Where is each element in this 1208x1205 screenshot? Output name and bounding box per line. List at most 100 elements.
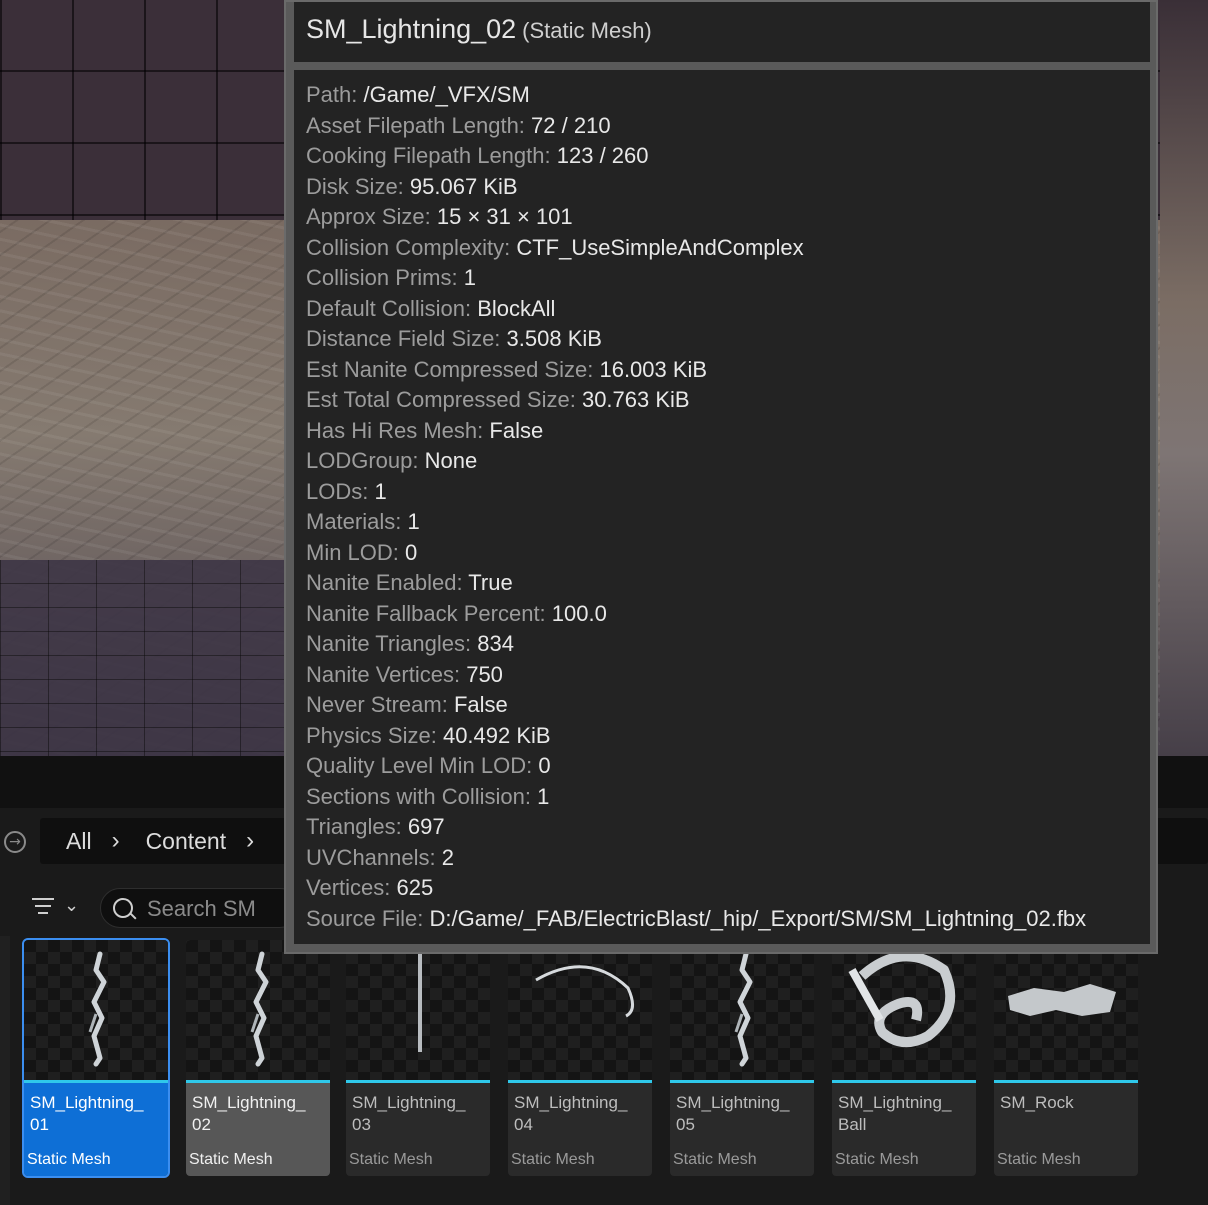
chevron-right-icon[interactable]: ›	[112, 827, 120, 855]
asset-name: SM_Lightning_ 03	[352, 1093, 466, 1134]
property-key: Has Hi Res Mesh:	[306, 417, 484, 443]
property-value: 100.0	[551, 600, 607, 626]
tooltip-body: Path: /Game/_VFX/SM Asset Filepath Length…	[294, 70, 1150, 944]
asset-name: SM_Lightning_ 02	[192, 1093, 306, 1134]
tooltip-property-row: Has Hi Res Mesh: False	[306, 416, 1086, 447]
asset-thumbnail	[24, 940, 168, 1080]
property-value: 1	[407, 509, 420, 534]
property-key: Physics Size:	[306, 722, 437, 748]
chevron-right-icon[interactable]: ›	[246, 827, 254, 855]
property-key: LODGroup:	[306, 448, 419, 473]
asset-thumbnail	[832, 940, 976, 1080]
property-key: Distance Field Size:	[306, 326, 501, 351]
property-value: 1	[463, 265, 476, 290]
tooltip-property-row: Quality Level Min LOD: 0	[306, 751, 1086, 782]
search-input[interactable]	[145, 893, 299, 925]
tooltip-property-row: Materials: 1	[306, 507, 1086, 538]
breadcrumb-item-all[interactable]: All	[66, 828, 92, 855]
asset-type-color-bar	[832, 1080, 976, 1083]
property-key: UVChannels:	[306, 844, 436, 870]
tooltip-asset-name: SM_Lightning_02	[306, 14, 517, 44]
property-value: /Game/_VFX/SM	[363, 82, 530, 107]
asset-tile[interactable]: SM_Lightning_ 03 Static Mesh	[346, 940, 490, 1176]
tooltip-property-row: Distance Field Size: 3.508 KiB	[306, 324, 1086, 355]
asset-type-color-bar	[508, 1080, 652, 1083]
tooltip-property-row: Default Collision: BlockAll	[306, 294, 1086, 325]
property-key: Quality Level Min LOD:	[306, 753, 533, 778]
tooltip-header: SM_Lightning_02 (Static Mesh)	[294, 2, 1150, 62]
search-box[interactable]	[100, 888, 300, 928]
property-key: Default Collision:	[306, 295, 472, 321]
tooltip-property-row: Sections with Collision: 1	[306, 782, 1086, 813]
tooltip-property-row: Never Stream: False	[306, 690, 1086, 721]
tooltip-property-row: Disk Size: 95.067 KiB	[306, 172, 1086, 203]
property-value: CTF_UseSimpleAndComplex	[516, 234, 804, 260]
asset-tile[interactable]: SM_Lightning_ 05 Static Mesh	[670, 940, 814, 1176]
filter-button[interactable]: ⌄	[26, 890, 86, 922]
asset-tile[interactable]: SM_Lightning_ Ball Static Mesh	[832, 940, 976, 1176]
tooltip-property-row: Est Total Compressed Size: 30.763 KiB	[306, 385, 1086, 416]
breadcrumb-item-content[interactable]: Content	[146, 828, 227, 855]
circle-arrow-right-icon[interactable]: →	[4, 831, 26, 853]
search-icon	[113, 898, 133, 918]
property-value: 3.508 KiB	[506, 326, 602, 351]
property-value: None	[424, 448, 478, 473]
asset-tile[interactable]: SM_Lightning_ 02 Static Mesh	[186, 940, 330, 1176]
tooltip-property-list: Path: /Game/_VFX/SM Asset Filepath Length…	[306, 80, 1086, 934]
asset-type-color-bar	[186, 1080, 330, 1083]
tooltip-property-row: LODGroup: None	[306, 446, 1086, 477]
tooltip-property-row: Vertices: 625	[306, 873, 1086, 904]
property-value: 834	[477, 631, 514, 656]
tooltip-property-row: Triangles: 697	[306, 812, 1086, 843]
property-key: Approx Size:	[306, 204, 431, 229]
property-key: Triangles:	[306, 814, 402, 839]
property-value: 123 / 260	[556, 143, 649, 168]
asset-type-label: Static Mesh	[189, 1151, 273, 1168]
property-value: 16.003 KiB	[599, 356, 708, 382]
property-key: Est Total Compressed Size:	[306, 387, 576, 412]
sources-panel-edge	[0, 936, 10, 1205]
asset-thumbnail	[186, 940, 330, 1080]
property-key: Nanite Fallback Percent:	[306, 600, 546, 626]
asset-tile[interactable]: SM_Rock Static Mesh	[994, 940, 1138, 1176]
asset-type-color-bar	[670, 1080, 814, 1083]
asset-tooltip: SM_Lightning_02 (Static Mesh) Path: /Game…	[284, 0, 1158, 954]
tooltip-property-row: Nanite Enabled: True	[306, 568, 1086, 599]
property-value: 40.492 KiB	[442, 722, 551, 748]
property-value: 697	[407, 814, 445, 839]
tooltip-property-row: UVChannels: 2	[306, 843, 1086, 874]
asset-thumbnail	[346, 940, 490, 1080]
tooltip-property-row: Nanite Vertices: 750	[306, 660, 1086, 691]
asset-tile[interactable]: SM_Lightning_ 01 Static Mesh	[22, 938, 170, 1178]
property-value: 1	[374, 478, 387, 504]
property-value: 1	[537, 783, 550, 809]
asset-type-label: Static Mesh	[349, 1151, 433, 1168]
tooltip-property-row: Source File: D:/Game/_FAB/ElectricBlast/…	[306, 904, 1086, 935]
asset-name: SM_Lightning_ 01	[30, 1093, 144, 1134]
property-value: False	[453, 692, 508, 717]
property-key: Never Stream:	[306, 692, 448, 717]
property-key: Nanite Triangles:	[306, 631, 472, 656]
property-key: Nanite Enabled:	[306, 570, 463, 595]
viewport-right-edge	[1160, 0, 1208, 756]
tooltip-property-row: Min LOD: 0	[306, 538, 1086, 569]
asset-type-label: Static Mesh	[27, 1151, 111, 1168]
property-key: Est Nanite Compressed Size:	[306, 356, 594, 382]
property-value: 2	[441, 844, 455, 870]
asset-thumbnail	[670, 940, 814, 1080]
property-key: Disk Size:	[306, 173, 404, 199]
asset-type-label: Static Mesh	[835, 1151, 919, 1168]
tooltip-property-row: Nanite Fallback Percent: 100.0	[306, 599, 1086, 630]
viewport-floor-grid	[0, 560, 290, 756]
property-key: Path:	[306, 82, 358, 107]
property-value: 15 × 31 × 101	[436, 204, 573, 229]
property-key: Sections with Collision:	[306, 783, 531, 809]
asset-name: SM_Rock	[1000, 1093, 1074, 1112]
property-key: Materials:	[306, 509, 402, 534]
property-key: Vertices:	[306, 875, 391, 900]
asset-tile[interactable]: SM_Lightning_ 04 Static Mesh	[508, 940, 652, 1176]
tooltip-property-row: Cooking Filepath Length: 123 / 260	[306, 141, 1086, 172]
property-value: 0	[538, 753, 551, 778]
asset-type-color-bar	[24, 1080, 168, 1083]
tooltip-property-row: Approx Size: 15 × 31 × 101	[306, 202, 1086, 233]
